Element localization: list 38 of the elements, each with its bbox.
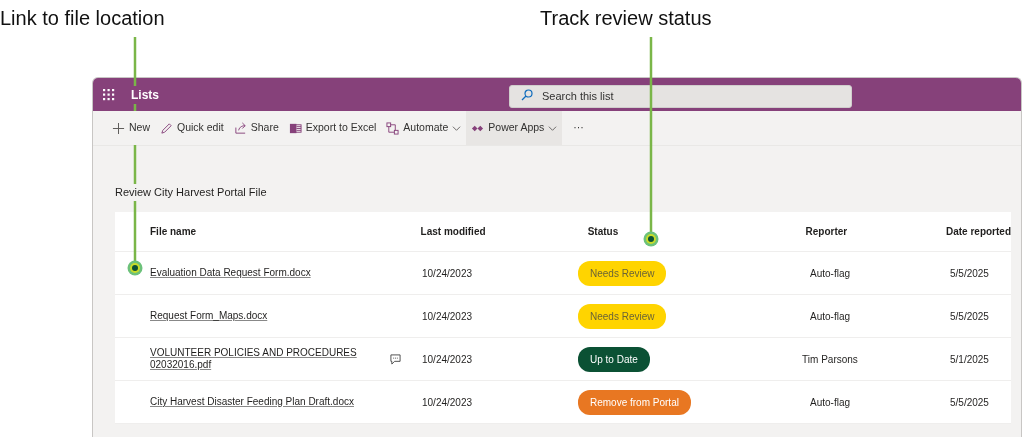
callout-label: Track review status — [540, 6, 712, 31]
flow-icon — [386, 121, 400, 135]
comment-icon[interactable] — [390, 353, 401, 365]
table-cell: 10/24/2023 — [422, 310, 473, 322]
table-cell: Auto-flag — [810, 396, 850, 408]
status-pill: Needs Review — [578, 260, 667, 286]
column-header[interactable]: Reporter — [805, 226, 848, 237]
file-link[interactable]: VOLUNTEER POLICIES AND PROCEDURES 02032016.pdf — [150, 347, 382, 371]
table-cell: Auto-flag — [810, 310, 850, 322]
status-pill: Needs Review — [578, 303, 667, 329]
table-cell: 10/24/2023 — [422, 396, 473, 408]
app-name[interactable]: Lists — [131, 85, 159, 104]
table-cell: 10/24/2023 — [422, 267, 473, 279]
table-cell: 5/5/2025 — [950, 396, 989, 408]
column-header[interactable]: File name — [150, 224, 197, 239]
table-cell: 5/5/2025 — [950, 310, 989, 322]
callout-label: Link to file location — [0, 6, 165, 31]
table-cell: Tim Parsons — [802, 353, 858, 365]
list-title: Review City Harvest Portal File — [115, 184, 267, 201]
status-pill: Remove from Portal — [578, 389, 691, 415]
table-cell: 10/24/2023 — [422, 353, 473, 365]
file-link[interactable]: City Harvest Disaster Feeding Plan Draft.docx — [150, 396, 354, 408]
search-field[interactable]: Search this list — [509, 84, 852, 108]
column-header[interactable]: Last modified — [420, 226, 486, 237]
app-launcher-icon[interactable] — [103, 88, 115, 101]
table-cell: 5/5/2025 — [950, 267, 989, 279]
plus-icon — [112, 121, 125, 135]
pencil-icon — [160, 121, 173, 135]
table-cell: Auto-flag — [810, 267, 850, 279]
file-link[interactable]: Request Form_Maps.docx — [150, 310, 268, 322]
table-cell: 5/1/2025 — [950, 353, 989, 365]
spreadsheet-icon — [288, 121, 302, 135]
file-link[interactable]: Evaluation Data Request Form.docx — [150, 267, 311, 279]
toolbar-button[interactable]: Power Apps — [466, 111, 563, 145]
column-header[interactable]: Status — [587, 226, 619, 237]
share-icon — [233, 121, 247, 135]
status-pill: Up to Date — [578, 346, 650, 372]
column-header[interactable]: Date reported — [946, 226, 1011, 237]
